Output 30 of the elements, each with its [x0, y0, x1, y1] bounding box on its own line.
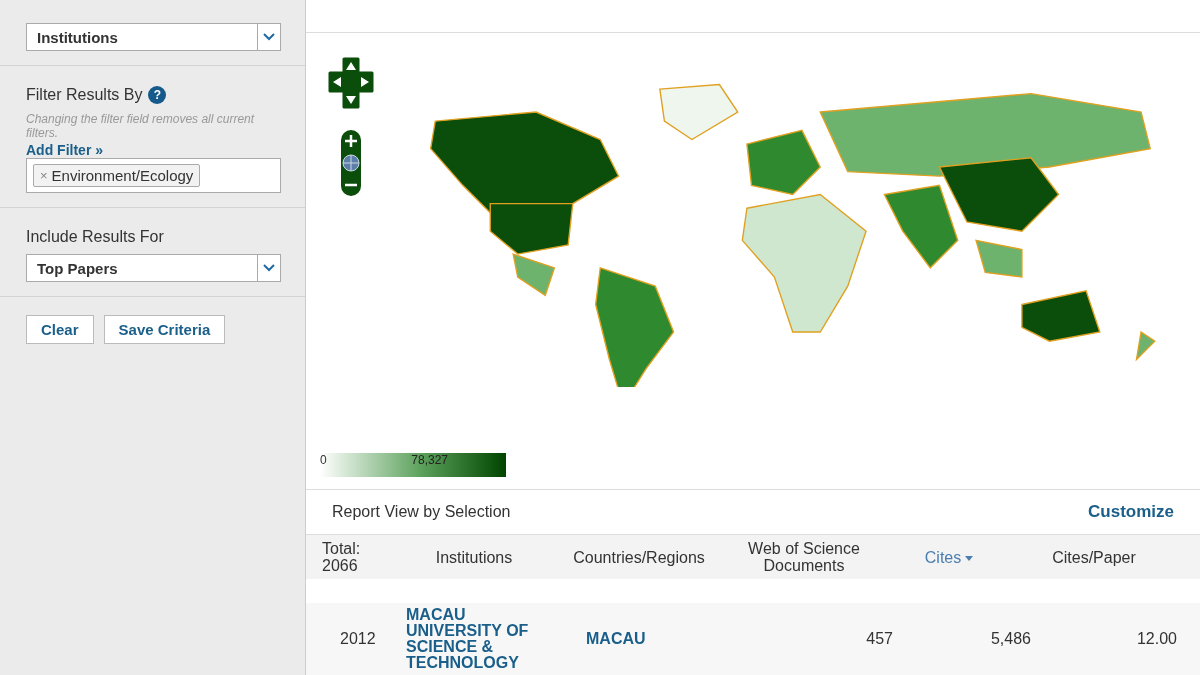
legend-min: 0 — [320, 453, 327, 470]
table-cell-text: 457 — [865, 630, 893, 648]
include-select[interactable]: Top Papers — [26, 254, 281, 282]
table-cell-text: 5,486 — [989, 630, 1031, 648]
results-list-select[interactable]: Institutions — [26, 23, 281, 51]
sort-descending-icon[interactable] — [965, 555, 974, 561]
tag-label: Environment/Ecology — [51, 167, 194, 184]
sidebar-button[interactable]: Save Criteria — [103, 315, 226, 344]
pan-control-icon[interactable] — [328, 56, 374, 109]
filter-title: Filter Results By — [26, 86, 143, 104]
column-header: Institutions — [434, 548, 514, 566]
legend-max: 78,327 — [411, 453, 448, 470]
report-title: Report View by Selection — [332, 503, 511, 522]
filter-note: Changing the filter field removes all current filters. — [26, 112, 256, 140]
country-link[interactable]: MACAU — [546, 630, 726, 648]
column-header: Web of Science Documents — [747, 540, 861, 574]
table-cell-text: 2012 — [339, 630, 377, 648]
customize-link[interactable]: Customize — [1088, 502, 1174, 523]
sidebar-button[interactable]: Clear — [26, 315, 94, 344]
column-header: Countries/Regions — [572, 548, 706, 566]
add-filter-link[interactable]: Add Filter » — [26, 142, 281, 158]
institution-link[interactable]: MACAU UNIVERSITY OF SCIENCE & TECHNOLOGY — [406, 607, 546, 671]
zoom-control-icon[interactable] — [340, 128, 362, 197]
column-header: Cites/Paper — [1051, 548, 1137, 566]
include-title: Include Results For — [26, 228, 165, 246]
table-cell-text: 12.00 — [1135, 630, 1177, 648]
filter-field[interactable]: × Environment/Ecology — [26, 158, 281, 193]
column-header[interactable]: Cites — [894, 548, 1004, 566]
help-icon[interactable]: ? — [148, 86, 167, 104]
column-header: Total: 2066 — [321, 540, 362, 574]
